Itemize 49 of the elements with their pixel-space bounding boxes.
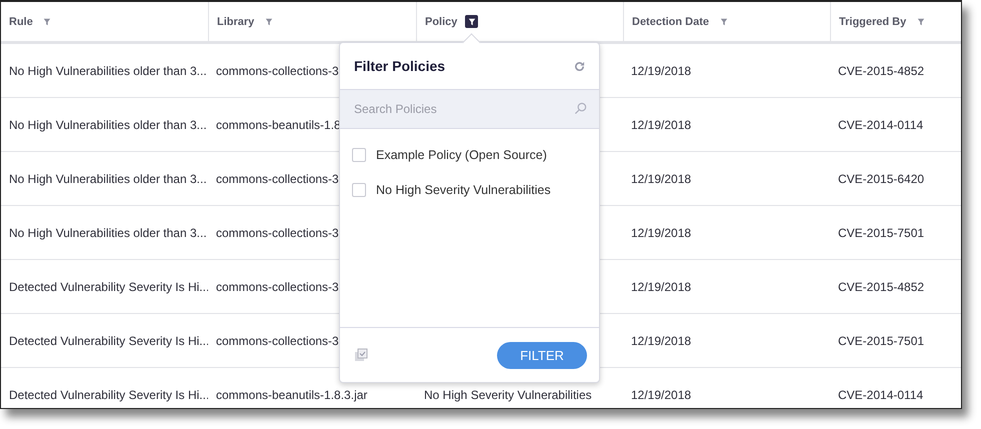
popup-title: Filter Policies xyxy=(354,58,446,74)
table-cell: commons-collections-3 xyxy=(216,64,339,78)
table-cell: 12/19/2018 xyxy=(631,280,692,294)
column-header: Library xyxy=(217,16,254,28)
table-cell: No High Severity Vulnerabilities xyxy=(424,388,592,402)
table-cell: 12/19/2018 xyxy=(631,334,692,348)
column-header: Triggered By xyxy=(839,16,906,28)
table-cell: 12/19/2018 xyxy=(631,64,692,78)
table-cell: Detected Vulnerability Severity Is Hi... xyxy=(9,280,208,294)
table-cell: CVE-2014-0114 xyxy=(838,118,924,132)
table-cell: CVE-2015-4852 xyxy=(838,280,924,294)
table-cell: No High Vulnerabilities older than 3... xyxy=(9,118,207,132)
refresh-icon[interactable] xyxy=(574,60,585,72)
option-label[interactable]: Example Policy (Open Source) xyxy=(376,148,547,162)
option-label[interactable]: No High Severity Vulnerabilities xyxy=(376,182,551,196)
table-cell: No High Vulnerabilities older than 3... xyxy=(9,226,207,240)
table-cell: CVE-2015-7501 xyxy=(838,226,924,240)
table-cell: 12/19/2018 xyxy=(631,388,692,402)
table-cell: 12/19/2018 xyxy=(631,172,692,186)
filter-icon xyxy=(264,18,273,26)
column-header: Policy xyxy=(425,16,458,28)
filter-icon xyxy=(43,18,52,26)
table-cell: Detected Vulnerability Severity Is Hi... xyxy=(9,388,208,402)
search-field[interactable]: Search Policies xyxy=(340,89,599,129)
column-header: Rule xyxy=(9,16,33,28)
table-cell: No High Vulnerabilities older than 3... xyxy=(9,64,207,78)
filter-icon xyxy=(720,18,728,26)
table-cell: commons-collections-3 xyxy=(216,226,339,240)
table-cell: commons-collections-3 xyxy=(216,280,339,294)
table-cell: No High Vulnerabilities older than 3... xyxy=(9,172,207,186)
search-icon xyxy=(574,102,587,115)
select-all-icon[interactable] xyxy=(354,348,368,362)
table-cell: commons-collections-3 xyxy=(216,172,339,186)
checkbox[interactable] xyxy=(352,148,366,162)
filter-icon xyxy=(916,18,925,26)
table-cell: CVE-2015-6420 xyxy=(838,172,924,186)
table-cell: commons-beanutils-1.8.3.jar xyxy=(216,388,368,402)
table-cell: CVE-2015-4852 xyxy=(838,64,924,78)
filter-button[interactable] xyxy=(465,15,478,28)
table-cell: commons-beanutils-1.8 xyxy=(216,118,341,132)
table-cell: Detected Vulnerability Severity Is Hi... xyxy=(9,334,208,348)
table-cell: CVE-2014-0114 xyxy=(838,388,924,402)
column-header: Detection Date xyxy=(632,16,710,28)
table-cell: commons-collections-3 xyxy=(216,334,339,348)
table-cell: CVE-2015-7501 xyxy=(838,334,924,348)
checkbox[interactable] xyxy=(352,182,366,196)
filter-icon xyxy=(468,18,476,26)
table-cell: 12/19/2018 xyxy=(631,118,692,132)
table-cell: 12/19/2018 xyxy=(631,226,692,240)
